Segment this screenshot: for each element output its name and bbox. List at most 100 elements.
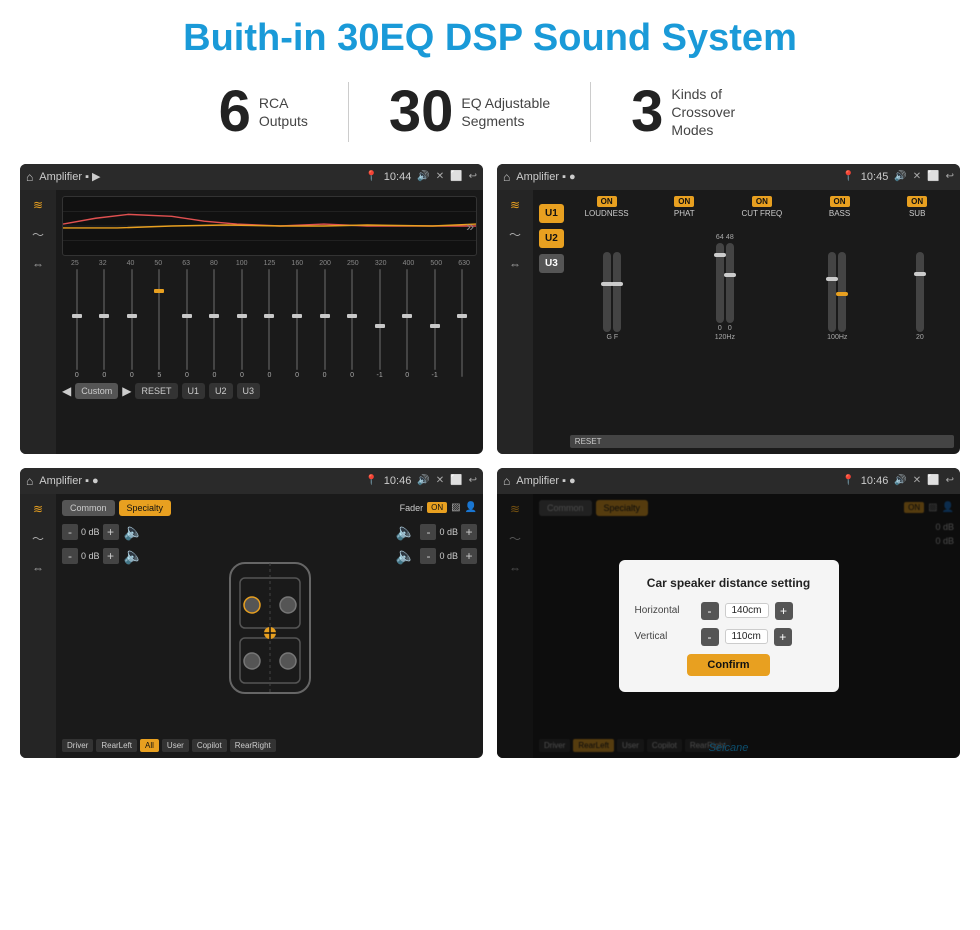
horizontal-label: Horizontal bbox=[635, 605, 695, 616]
channel-icon[interactable]: ⇔ bbox=[32, 257, 44, 271]
slider-3[interactable]: 0 bbox=[119, 269, 145, 379]
rearleft-btn[interactable]: RearLeft bbox=[96, 739, 137, 752]
u1-button[interactable]: U1 bbox=[182, 383, 206, 399]
home-icon[interactable]: ⌂ bbox=[26, 170, 33, 184]
u3-btn[interactable]: U3 bbox=[539, 254, 564, 273]
volume-icon[interactable]: 🔊 bbox=[417, 171, 429, 182]
car-svg bbox=[210, 553, 330, 703]
wave-icon-3[interactable]: 〜 bbox=[32, 530, 44, 547]
vslider-3b[interactable] bbox=[838, 252, 846, 332]
window-icon-4[interactable]: ⬜ bbox=[927, 475, 939, 486]
horizontal-plus[interactable]: + bbox=[775, 602, 793, 620]
expand-icon[interactable]: » bbox=[466, 218, 474, 234]
toggle-on-cutfreq[interactable]: ON bbox=[752, 196, 772, 207]
db-minus-2[interactable]: - bbox=[62, 548, 78, 564]
vslider-2b[interactable] bbox=[726, 243, 734, 323]
close-icon-4[interactable]: ✕ bbox=[913, 475, 921, 486]
back-icon-4[interactable]: ↩ bbox=[946, 475, 954, 486]
slider-1[interactable]: 0 bbox=[64, 269, 90, 379]
window-icon[interactable]: ⬜ bbox=[450, 171, 462, 182]
db-plus-4[interactable]: + bbox=[461, 548, 477, 564]
amp-reset-btn[interactable]: RESET bbox=[570, 435, 954, 448]
vslider-1b[interactable] bbox=[613, 252, 621, 332]
slider-12[interactable]: -1 bbox=[367, 269, 393, 379]
slider-15[interactable] bbox=[449, 269, 475, 379]
custom-button[interactable]: Custom bbox=[75, 383, 118, 399]
eq-icon-2[interactable]: ≋ bbox=[510, 198, 520, 212]
back-icon[interactable]: ↩ bbox=[469, 171, 477, 182]
slider-11[interactable]: 0 bbox=[339, 269, 365, 379]
back-icon-2[interactable]: ↩ bbox=[946, 171, 954, 182]
db-plus-3[interactable]: + bbox=[461, 524, 477, 540]
vertical-minus[interactable]: - bbox=[701, 628, 719, 646]
toggle-on-sub[interactable]: ON bbox=[907, 196, 927, 207]
window-icon-2[interactable]: ⬜ bbox=[927, 171, 939, 182]
eq-icon[interactable]: ≋ bbox=[33, 198, 43, 212]
rearright-btn[interactable]: RearRight bbox=[230, 739, 276, 752]
close-icon[interactable]: ✕ bbox=[436, 171, 444, 182]
confirm-button[interactable]: Confirm bbox=[687, 654, 769, 676]
slider-8[interactable]: 0 bbox=[257, 269, 283, 379]
slider-7[interactable]: 0 bbox=[229, 269, 255, 379]
slider-5[interactable]: 0 bbox=[174, 269, 200, 379]
tab-specialty[interactable]: Specialty bbox=[119, 500, 172, 516]
slider-9[interactable]: 0 bbox=[284, 269, 310, 379]
db-plus-1[interactable]: + bbox=[103, 524, 119, 540]
u2-btn[interactable]: U2 bbox=[539, 229, 564, 248]
slider-group-2: 64 0 48 0 bbox=[661, 222, 789, 427]
toggle-on-bass[interactable]: ON bbox=[830, 196, 850, 207]
wave-icon-2[interactable]: 〜 bbox=[509, 226, 521, 243]
toggle-on-loudness[interactable]: ON bbox=[597, 196, 617, 207]
vertical-plus[interactable]: + bbox=[774, 628, 792, 646]
vslider-1a[interactable] bbox=[603, 252, 611, 332]
tab-common[interactable]: Common bbox=[62, 500, 115, 516]
channel-icon-3[interactable]: ⇔ bbox=[32, 561, 44, 575]
back-icon-3[interactable]: ↩ bbox=[469, 475, 477, 486]
db-minus-1[interactable]: - bbox=[62, 524, 78, 540]
volume-icon-2[interactable]: 🔊 bbox=[894, 171, 906, 182]
vslider-col-2b: 48 0 bbox=[726, 234, 734, 332]
profile-icon[interactable]: 👤 bbox=[465, 502, 477, 513]
vslider-4[interactable] bbox=[916, 252, 924, 332]
freq-100: 100 bbox=[229, 260, 255, 267]
eq-icon-3[interactable]: ≋ bbox=[33, 502, 43, 516]
close-icon-3[interactable]: ✕ bbox=[436, 475, 444, 486]
u-buttons: U1 U2 U3 bbox=[539, 196, 564, 448]
stat-eq: 30 EQ AdjustableSegments bbox=[349, 83, 590, 141]
u1-btn[interactable]: U1 bbox=[539, 204, 564, 223]
next-arrow[interactable]: ▶ bbox=[122, 384, 131, 398]
driver-btn[interactable]: Driver bbox=[62, 739, 93, 752]
slider-10[interactable]: 0 bbox=[312, 269, 338, 379]
prev-arrow[interactable]: ◀ bbox=[62, 384, 71, 398]
volume-icon-4[interactable]: 🔊 bbox=[894, 475, 906, 486]
db-minus-3[interactable]: - bbox=[420, 524, 436, 540]
u2-button[interactable]: U2 bbox=[209, 383, 233, 399]
horizontal-minus[interactable]: - bbox=[701, 602, 719, 620]
slider-14[interactable]: -1 bbox=[422, 269, 448, 379]
slider-4[interactable]: 5 bbox=[147, 269, 173, 379]
all-btn[interactable]: All bbox=[140, 739, 159, 752]
fader-icon[interactable]: ▨ bbox=[451, 502, 460, 513]
copilot-btn[interactable]: Copilot bbox=[192, 739, 227, 752]
db-plus-2[interactable]: + bbox=[103, 548, 119, 564]
slider-13[interactable]: 0 bbox=[394, 269, 420, 379]
fader-main-area: - 0 dB + 🔈 - 0 dB + 🔈 bbox=[62, 522, 477, 735]
slider-group-1: G F bbox=[570, 222, 655, 427]
reset-button[interactable]: RESET bbox=[135, 383, 177, 399]
vslider-2a[interactable] bbox=[716, 243, 724, 323]
toggle-on-phat[interactable]: ON bbox=[674, 196, 694, 207]
channel-icon-2[interactable]: ⇔ bbox=[509, 257, 521, 271]
user-btn[interactable]: User bbox=[162, 739, 189, 752]
wave-icon[interactable]: 〜 bbox=[32, 226, 44, 243]
slider-6[interactable]: 0 bbox=[202, 269, 228, 379]
home-icon-4[interactable]: ⌂ bbox=[503, 474, 510, 488]
slider-2[interactable]: 0 bbox=[92, 269, 118, 379]
home-icon-2[interactable]: ⌂ bbox=[503, 170, 510, 184]
window-icon-3[interactable]: ⬜ bbox=[450, 475, 462, 486]
u3-button[interactable]: U3 bbox=[237, 383, 261, 399]
volume-icon-3[interactable]: 🔊 bbox=[417, 475, 429, 486]
db-minus-4[interactable]: - bbox=[420, 548, 436, 564]
close-icon-2[interactable]: ✕ bbox=[913, 171, 921, 182]
home-icon-3[interactable]: ⌂ bbox=[26, 474, 33, 488]
vslider-3a[interactable] bbox=[828, 252, 836, 332]
